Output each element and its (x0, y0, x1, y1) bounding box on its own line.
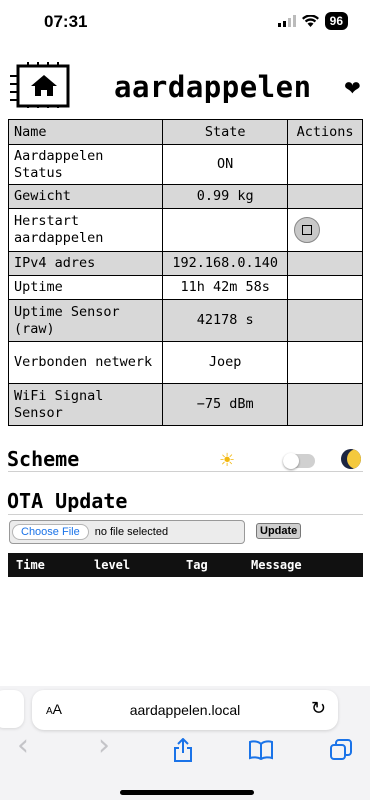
bookmarks-icon[interactable] (249, 740, 273, 760)
row-state: 11h 42m 58s (162, 275, 289, 300)
url-text[interactable]: aardappelen.local (32, 702, 338, 718)
scheme-divider (8, 471, 363, 472)
row-state: 192.168.0.140 (162, 251, 289, 276)
table-row: Herstart aardappelen (7, 208, 363, 252)
row-actions (287, 275, 363, 300)
row-state: ON (162, 144, 289, 185)
row-name: IPv4 adres (7, 251, 164, 276)
row-state: 0.99 kg (162, 184, 289, 209)
home-indicator (120, 790, 254, 795)
state-table: Name State Actions Aardappelen Status ON… (7, 119, 363, 426)
page-title: aardappelen (114, 70, 312, 104)
table-row: Gewicht 0.99 kg (7, 184, 363, 209)
log-column-time: Time (16, 558, 45, 572)
row-name: WiFi Signal Sensor (7, 383, 164, 426)
table-row: IPv4 adres 192.168.0.140 (7, 251, 363, 276)
browser-toolbar: AA aardappelen.local ↻ ‹ › (0, 686, 370, 800)
row-actions (287, 341, 363, 384)
scheme-title: Scheme (7, 447, 80, 471)
table-row: Uptime Sensor (raw) 42178 s (7, 299, 363, 342)
row-name: Uptime (7, 275, 164, 300)
sun-icon: ☀ (219, 450, 236, 471)
wifi-icon (301, 15, 319, 27)
log-column-message: Message (251, 558, 302, 572)
row-state (162, 208, 289, 252)
column-header-name: Name (7, 119, 164, 145)
table-header-row: Name State Actions (7, 119, 363, 145)
row-name: Uptime Sensor (raw) (7, 299, 164, 342)
moon-icon (341, 449, 361, 469)
row-name: Aardappelen Status (7, 144, 164, 185)
file-input[interactable]: Choose File no file selected (9, 520, 245, 544)
signal-icon (277, 15, 296, 27)
status-icons: 96 (277, 12, 348, 30)
row-name: Herstart aardappelen (7, 208, 164, 252)
file-status-label: no file selected (94, 526, 169, 538)
restart-button[interactable] (294, 217, 321, 243)
row-state: 42178 s (162, 299, 289, 342)
row-name: Verbonden netwerk (7, 341, 164, 384)
row-actions (287, 208, 363, 252)
row-actions (287, 299, 363, 342)
site-header: aardappelen ❤ (0, 56, 370, 122)
row-name: Gewicht (7, 184, 164, 209)
table-row: Verbonden netwerk Joep (7, 341, 363, 384)
browser-nav-bar: ‹ › (0, 728, 370, 766)
row-actions (287, 383, 363, 426)
row-state: Joep (162, 341, 289, 384)
update-button[interactable]: Update (256, 523, 302, 539)
log-column-level: level (94, 558, 131, 572)
home-chip-logo-icon (10, 62, 70, 108)
row-state: −75 dBm (162, 383, 289, 426)
tabs-icon[interactable] (330, 739, 352, 761)
address-bar[interactable]: AA aardappelen.local ↻ (32, 690, 338, 730)
column-header-actions: Actions (287, 119, 363, 145)
status-time: 07:31 (44, 12, 88, 31)
forward-icon[interactable]: › (98, 728, 110, 763)
ota-divider (8, 514, 363, 515)
heart-icon[interactable]: ❤ (344, 76, 361, 100)
log-table-header: Time level Tag Message (8, 553, 363, 577)
table-row: WiFi Signal Sensor −75 dBm (7, 383, 363, 426)
row-actions (287, 251, 363, 276)
dark-mode-toggle[interactable] (283, 453, 315, 469)
battery-indicator: 96 (324, 12, 348, 30)
previous-tab-preview[interactable] (0, 690, 24, 728)
reload-icon[interactable]: ↻ (311, 698, 326, 719)
row-actions (287, 184, 363, 209)
row-actions (287, 144, 363, 185)
ota-title: OTA Update (7, 489, 128, 513)
back-icon[interactable]: ‹ (17, 728, 29, 763)
table-row: Uptime 11h 42m 58s (7, 275, 363, 300)
choose-file-button[interactable]: Choose File (12, 524, 89, 540)
stop-square-icon (302, 225, 313, 235)
column-header-state: State (162, 119, 289, 145)
table-row: Aardappelen Status ON (7, 144, 363, 185)
share-icon[interactable] (172, 738, 194, 762)
log-column-tag: Tag (186, 558, 208, 572)
toggle-knob (283, 453, 299, 469)
status-bar: 07:31 96 (0, 0, 370, 40)
